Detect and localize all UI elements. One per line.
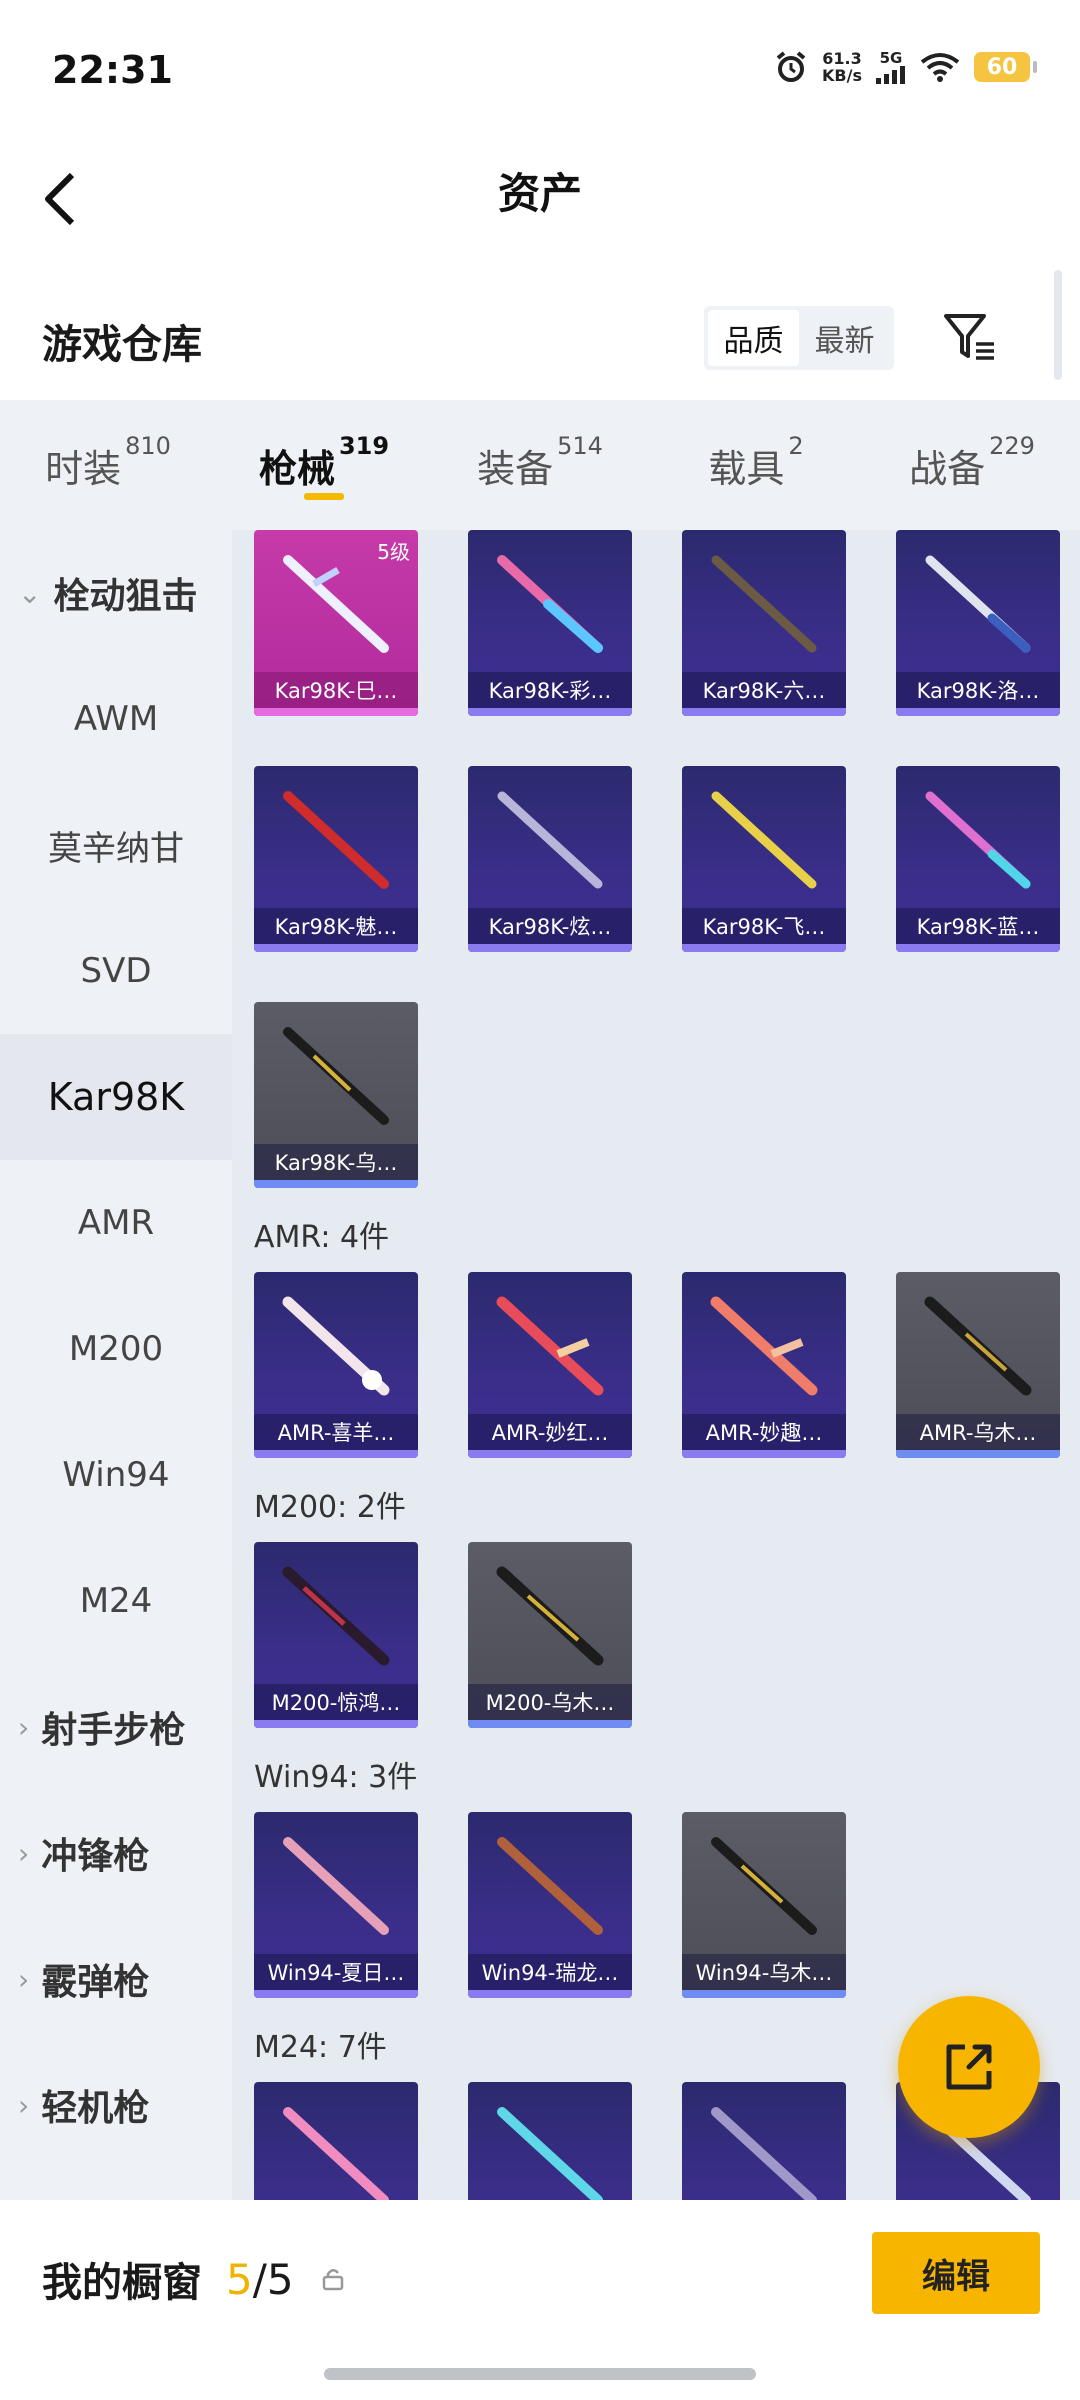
skin-card[interactable]: M200-惊鸿… [254,1542,418,1728]
rifle-skin-image [497,1837,603,1935]
skin-card[interactable]: AMR-妙红… [468,1272,632,1458]
skin-card[interactable]: Win94-夏日… [254,1812,418,1998]
sidebar-item-kar98k[interactable]: Kar98K [0,1034,232,1160]
sidebar-group-dmr[interactable]: › 射手步枪 [0,1664,232,1790]
rifle-skin-image [282,1566,390,1666]
rifle-skin-image [283,2107,389,2200]
sidebar-group-smg[interactable]: › 冲锋枪 [0,1790,232,1916]
signal-indicator: 5G [876,50,906,84]
weapon-skin-grid: 5级 Kar98K-巳… Kar98K-彩… Kar98K-六… Kar98K-… [232,530,1080,2200]
sidebar-item-mosin[interactable]: 莫辛纳甘 [0,782,232,908]
warehouse-header: 游戏仓库 品质 最新 [0,290,1080,390]
rifle-skin-image [711,555,817,653]
chevron-right-icon: › [18,1836,30,1870]
skin-card[interactable]: Kar98K-蓝… [896,766,1060,952]
section-header-m24: M24: 7件 [254,2030,387,2065]
active-tab-indicator [304,493,344,500]
rifle-skin-image [283,1837,389,1935]
home-indicator[interactable] [324,2368,756,2380]
skin-card[interactable]: Kar98K-彩… [468,530,632,716]
rifle-skin-image [497,555,603,653]
rifle-skin-image [497,791,603,889]
rifle-skin-image [711,2107,817,2200]
bottom-bar: 我的橱窗 5/5 编辑 [0,2200,1080,2400]
rifle-skin-image [711,1837,817,1935]
rifle-skin-image [925,555,1031,653]
top-app-bar: 资产 [0,140,1080,380]
tab-fashion[interactable]: 时装 810 [0,400,216,530]
skin-card[interactable]: Win94-乌木… [682,1812,846,1998]
section-header-win94: Win94: 3件 [254,1760,418,1795]
rifle-skin-image [496,1566,604,1666]
chevron-right-icon: › [18,1710,30,1744]
weapon-type-sidebar: ⌄ 栓动狙击 AWM 莫辛纳甘 SVD Kar98K AMR M200 Win94… [0,530,232,2200]
sidebar-group-bolt-action[interactable]: ⌄ 栓动狙击 [0,530,232,656]
category-tabs: 时装 810 枪械 319 装备 514 载具 2 战备 229 [0,400,1080,530]
lock-icon [322,2269,343,2291]
skin-card[interactable]: Win94-瑞龙… [468,1812,632,1998]
sort-newest-button[interactable]: 最新 [799,310,890,366]
rifle-skin-image [282,1296,390,1396]
showcase-label: 我的橱窗 [42,2260,202,2306]
skin-card[interactable]: AMR-乌木… [896,1272,1060,1458]
sidebar-item-awm[interactable]: AWM [0,656,232,782]
sidebar-item-amr[interactable]: AMR [0,1160,232,1286]
showcase-summary: 我的橱窗 5/5 [42,2250,344,2308]
skin-card[interactable]: AMR-妙趣… [682,1272,846,1458]
signal-icon [876,65,905,84]
skin-card[interactable] [468,2082,632,2200]
rifle-skin-image [497,2107,603,2200]
skin-card[interactable]: M200-乌木… [468,1542,632,1728]
sidebar-item-win94[interactable]: Win94 [0,1412,232,1538]
sort-quality-button[interactable]: 品质 [708,310,799,366]
rifle-skin-image [711,791,817,889]
status-bar: 22:31 61.3 KB/s 5G 60 [0,0,1080,140]
skin-card[interactable] [682,2082,846,2200]
skin-card[interactable]: Kar98K-飞… [682,766,846,952]
skin-card[interactable]: 5级 Kar98K-巳… [254,530,418,716]
rifle-skin-image [924,1296,1032,1396]
rifle-skin-image [283,791,389,889]
tab-guns[interactable]: 枪械 319 [216,400,432,530]
filter-icon[interactable] [940,308,1000,368]
alarm-icon [776,51,806,82]
wifi-icon [920,53,960,82]
share-button[interactable] [898,1996,1040,2138]
skin-card[interactable]: Kar98K-炫… [468,766,632,952]
sidebar-item-svd[interactable]: SVD [0,908,232,1034]
page-title: 资产 [497,169,582,218]
rifle-skin-image [925,791,1031,889]
chevron-right-icon: › [18,1962,30,1996]
warehouse-title: 游戏仓库 [42,322,202,368]
sidebar-group-shotgun[interactable]: › 霰弹枪 [0,1916,232,2042]
skin-card[interactable]: AMR-喜羊… [254,1272,418,1458]
tab-supplies[interactable]: 战备 229 [864,400,1080,530]
tab-vehicles[interactable]: 载具 2 [648,400,864,530]
sidebar-item-m24[interactable]: M24 [0,1538,232,1664]
status-time: 22:31 [52,48,173,92]
section-header-m200: M200: 2件 [254,1490,406,1525]
rifle-skin-image [283,1027,389,1125]
skin-card[interactable]: Kar98K-洛… [896,530,1060,716]
share-icon [946,2044,992,2090]
net-speed: 61.3 KB/s [822,49,862,85]
chevron-right-icon: › [18,2088,30,2122]
rifle-skin-image [496,1296,604,1396]
battery-indicator: 60 [974,52,1037,82]
skin-card[interactable]: Kar98K-魅… [254,766,418,952]
sidebar-item-m200[interactable]: M200 [0,1286,232,1412]
skin-card[interactable]: Kar98K-乌… [254,1002,418,1188]
rifle-skin-image [710,1296,818,1396]
showcase-count: 5/5 [226,2254,294,2304]
sidebar-group-lmg[interactable]: › 轻机枪 [0,2042,232,2168]
status-icons: 61.3 KB/s 5G 60 [774,49,1037,85]
skin-card[interactable]: Kar98K-六… [682,530,846,716]
tab-equipment[interactable]: 装备 514 [432,400,648,530]
sort-toggle: 品质 最新 [704,306,894,370]
section-header-amr: AMR: 4件 [254,1220,390,1255]
edit-button[interactable]: 编辑 [872,2232,1040,2314]
skin-card[interactable] [254,2082,418,2200]
chevron-down-icon: ⌄ [18,576,42,610]
